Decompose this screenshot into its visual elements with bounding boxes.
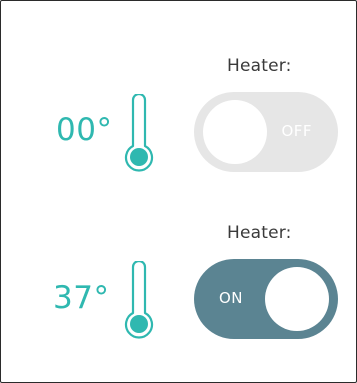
thermometer-icon — [124, 261, 154, 339]
temperature-readout: 37° — [53, 280, 110, 316]
toggle-state-label: ON — [219, 289, 244, 307]
heater-panel-1: Heater: 00° OFF — [1, 56, 357, 206]
heater-label: Heater: — [227, 223, 292, 243]
heater-toggle-2[interactable]: ON — [194, 259, 338, 339]
toggle-state-label: OFF — [281, 122, 312, 140]
heater-label: Heater: — [227, 56, 292, 76]
heater-panel-2: Heater: 37° ON — [1, 223, 357, 373]
temperature-readout: 00° — [56, 112, 113, 148]
toggle-knob[interactable] — [203, 100, 267, 164]
toggle-knob[interactable] — [265, 267, 329, 331]
widget-frame: Heater: 00° OFF Heater: 37° ON — [0, 0, 357, 383]
thermometer-icon — [124, 94, 154, 172]
heater-toggle-1[interactable]: OFF — [194, 92, 338, 172]
